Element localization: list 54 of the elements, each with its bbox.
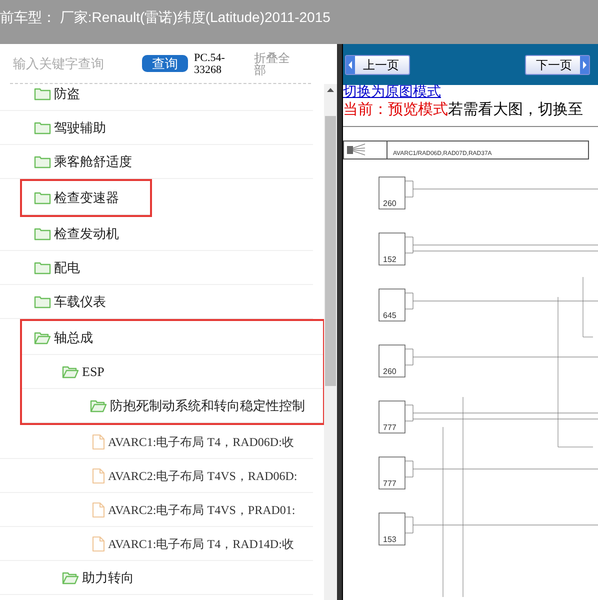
folder-icon <box>34 120 51 134</box>
tree-item[interactable]: 助力转向 <box>62 568 134 588</box>
search-button[interactable]: 查询 <box>142 55 188 72</box>
component-number: 153 <box>383 535 396 544</box>
tree-item[interactable]: 防盗 <box>34 84 80 104</box>
search-field[interactable]: 输入关键字查询 <box>10 54 140 74</box>
folder-icon <box>34 190 51 204</box>
tree-item[interactable]: 检查发动机 <box>34 224 119 244</box>
open-folder-icon <box>90 398 107 412</box>
tree-item[interactable]: 检查变速器 <box>34 188 119 208</box>
folder-icon <box>34 154 51 168</box>
document-icon <box>92 536 105 552</box>
previous-page-button[interactable]: 上一页 <box>345 54 410 74</box>
tree-item-label: 轴总成 <box>54 328 93 347</box>
tree-item-label: 检查发动机 <box>54 224 119 243</box>
mode-hint: 若需看大图，切换至 <box>448 100 583 120</box>
window-title: 前车型： 厂家:Renault(雷诺)纬度(Latitude)2011-2015 <box>0 9 330 25</box>
document-icon <box>92 502 105 518</box>
next-page-button[interactable]: 下一页 <box>525 54 590 74</box>
tree-item[interactable]: ESP <box>62 362 104 382</box>
tree-item[interactable]: 车载仪表 <box>34 292 106 312</box>
folder-icon <box>34 260 51 274</box>
tree-item-label: 助力转向 <box>82 568 134 587</box>
tree-item[interactable]: 配电 <box>34 258 80 278</box>
folder-icon <box>34 294 51 308</box>
scrollbar[interactable] <box>324 84 337 600</box>
open-folder-icon <box>34 330 51 344</box>
document-icon <box>92 468 105 484</box>
component-number: 152 <box>383 255 396 264</box>
tree-item-label: 防盗 <box>54 84 80 103</box>
component-number: 645 <box>383 311 396 320</box>
component-number: 260 <box>383 367 396 376</box>
tree-item-label: 乘客舱舒适度 <box>54 152 132 171</box>
component-number: 777 <box>383 479 396 488</box>
original-mode-link[interactable]: 切换为原图模式 <box>343 85 598 100</box>
open-folder-icon <box>62 570 79 584</box>
tree-item-label: 配电 <box>54 258 80 277</box>
tree-item[interactable]: 轴总成 <box>34 328 93 348</box>
tree-item-label: 防抱死制动系统和转向稳定性控制 <box>110 396 305 415</box>
folder-icon <box>34 226 51 240</box>
tree-item[interactable]: 乘客舱舒适度 <box>34 152 132 172</box>
open-folder-icon <box>62 364 79 378</box>
component-number: 260 <box>383 199 396 208</box>
part-code: PC.54-33268 <box>194 52 226 76</box>
tree-item-label: 车载仪表 <box>54 292 106 311</box>
tree-item-label: ESP <box>82 362 104 381</box>
component-number: 777 <box>383 423 396 432</box>
tree-item[interactable]: 防抱死制动系统和转向稳定性控制 <box>90 396 305 416</box>
current-mode-label: 当前：预览模式 <box>343 100 448 120</box>
document-icon <box>92 434 105 450</box>
folder-icon <box>34 86 51 100</box>
tree-item[interactable]: 驾驶辅助 <box>34 118 106 138</box>
tree-item-label: 检查变速器 <box>54 188 119 207</box>
tree-item-label: 驾驶辅助 <box>54 118 106 137</box>
